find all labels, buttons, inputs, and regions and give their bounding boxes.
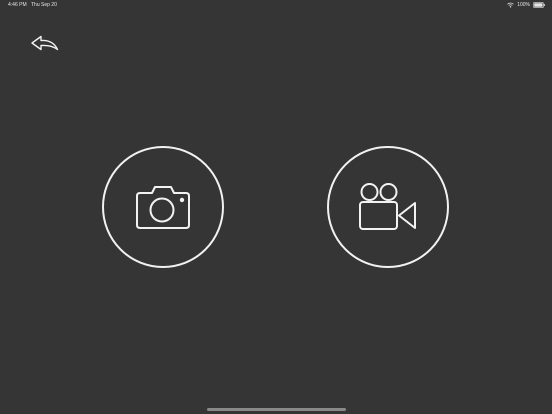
wifi-icon (507, 2, 514, 8)
status-indicators: 100% (507, 1, 545, 9)
status-time: 4:46 PM (8, 2, 27, 8)
back-arrow-icon (31, 35, 59, 51)
home-indicator[interactable] (207, 408, 346, 411)
status-date: Thu Sep 20 (31, 2, 57, 8)
status-bar: 4:46 PM Thu Sep 20 100% (0, 0, 552, 10)
video-camera-icon (359, 183, 416, 230)
back-button[interactable] (30, 34, 60, 54)
battery-icon (533, 2, 545, 8)
video-capture-button[interactable] (327, 146, 449, 268)
photo-capture-button[interactable] (102, 146, 224, 268)
camera-icon (136, 186, 190, 229)
battery-percent: 100% (517, 2, 530, 8)
